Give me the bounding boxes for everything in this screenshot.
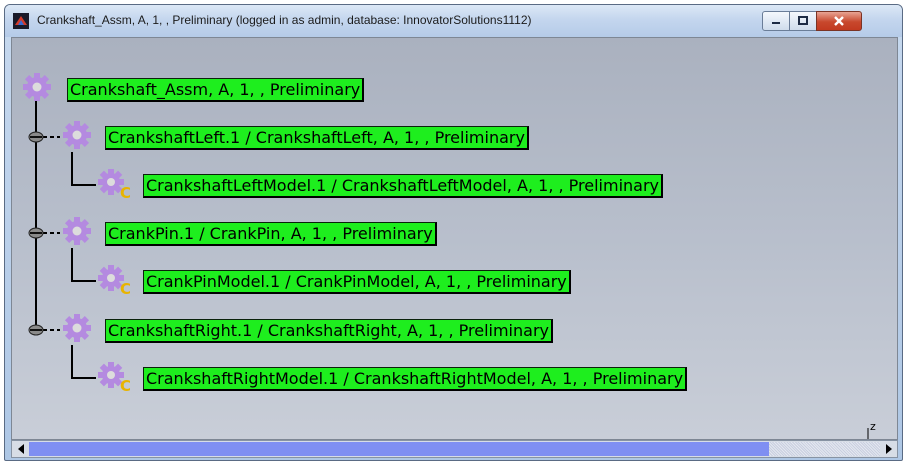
axis-compass-icon: [867, 428, 869, 439]
collapse-toggle[interactable]: [28, 225, 44, 241]
maximize-icon: [798, 16, 808, 25]
axis-z-label: z: [870, 420, 876, 433]
tree-node-label[interactable]: CrankshaftLeft.1 / CrankshaftLeft, A, 1,…: [105, 126, 529, 150]
assembly-gear-icon: [63, 121, 91, 149]
tree-node-label[interactable]: Crankshaft_Assm, A, 1, , Preliminary: [67, 78, 365, 102]
arrow-right-icon: [885, 444, 892, 454]
collapse-toggle[interactable]: [28, 129, 44, 145]
arrow-left-icon: [17, 444, 24, 454]
component-gear-icon: C: [98, 362, 130, 392]
tree-node-label[interactable]: CrankPinModel.1 / CrankPinModel, A, 1, ,…: [143, 270, 571, 294]
window-title: Crankshaft_Assm, A, 1, , Preliminary (lo…: [37, 13, 532, 27]
catia-app-icon: [13, 13, 29, 29]
scroll-left-button[interactable]: [12, 441, 29, 457]
close-button[interactable]: [816, 11, 862, 31]
collapse-toggle[interactable]: [28, 322, 44, 338]
axis-compass[interactable]: z x y: [840, 420, 897, 439]
assembly-gear-icon: [23, 73, 51, 101]
minimize-icon: [772, 22, 780, 24]
application-window: Crankshaft_Assm, A, 1, , Preliminary (lo…: [4, 4, 903, 461]
title-bar[interactable]: Crankshaft_Assm, A, 1, , Preliminary (lo…: [5, 5, 902, 37]
tree-node-label[interactable]: CrankshaftRight.1 / CrankshaftRight, A, …: [105, 319, 553, 343]
svg-text:C: C: [120, 184, 130, 199]
specification-tree-canvas[interactable]: Crankshaft_Assm, A, 1, , Preliminary Cra…: [11, 37, 898, 440]
assembly-gear-icon: [63, 217, 91, 245]
component-gear-icon: C: [98, 265, 130, 295]
scrollbar-track[interactable]: [769, 442, 880, 456]
component-gear-icon: C: [98, 169, 130, 199]
minimize-button[interactable]: [762, 11, 790, 31]
scrollbar-thumb[interactable]: [29, 442, 769, 456]
tree-node-label[interactable]: CrankshaftLeftModel.1 / CrankshaftLeftMo…: [143, 174, 664, 198]
svg-text:C: C: [120, 377, 130, 392]
horizontal-scrollbar[interactable]: [11, 440, 898, 458]
svg-text:C: C: [120, 280, 130, 295]
tree-node-label[interactable]: CrankPin.1 / CrankPin, A, 1, , Prelimina…: [105, 222, 437, 246]
scroll-right-button[interactable]: [880, 441, 897, 457]
close-icon: [834, 16, 844, 26]
assembly-gear-icon: [63, 314, 91, 342]
maximize-button[interactable]: [789, 11, 817, 31]
tree-node-label[interactable]: CrankshaftRightModel.1 / CrankshaftRight…: [143, 367, 688, 391]
